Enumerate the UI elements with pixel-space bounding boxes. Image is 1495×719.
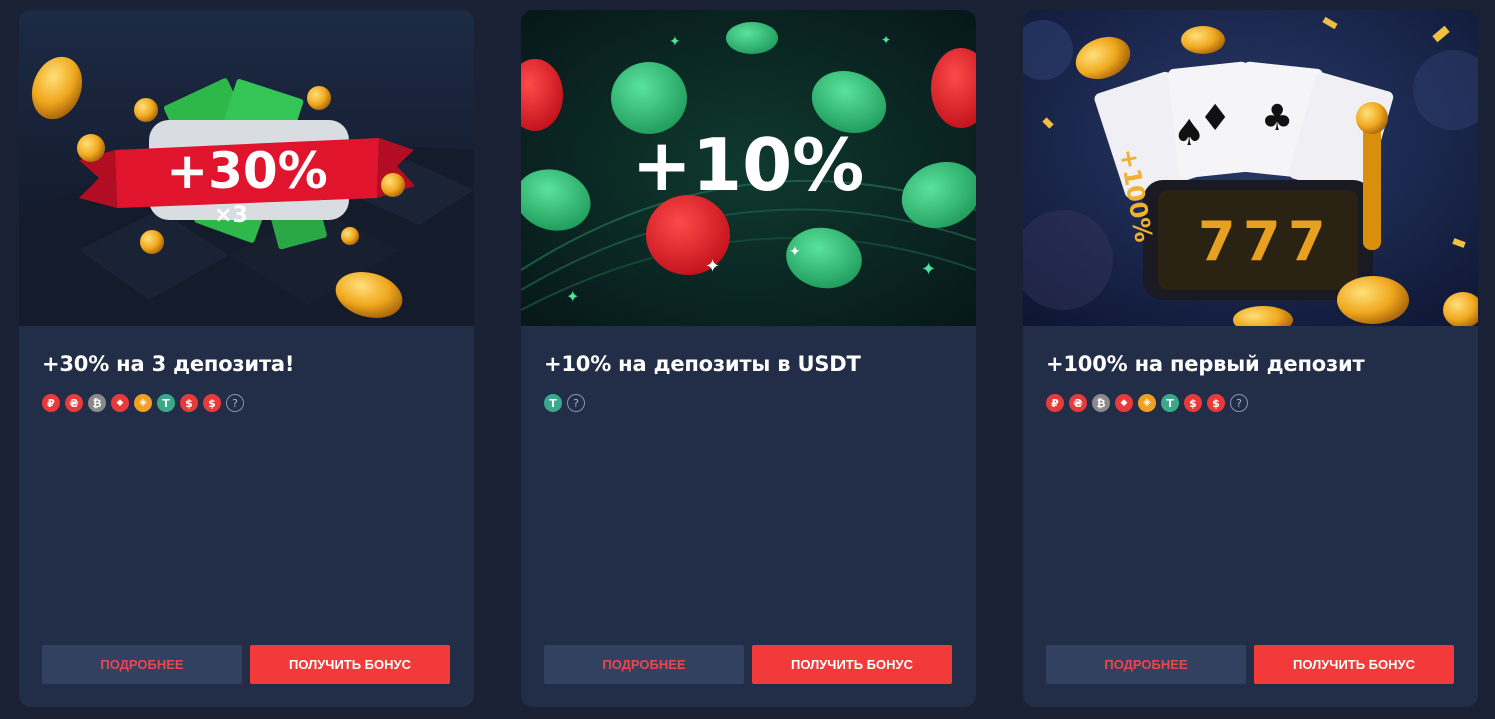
svg-text:7: 7 [1288,210,1326,273]
bonus-banner-10: ✦ ✦ ✦ ✦ ✦ ✦ +10% [521,10,976,326]
dollar-coin-icon: $ [1184,394,1202,412]
svg-text:✦: ✦ [881,33,891,47]
svg-text:♣: ♣ [1261,98,1293,139]
tron-icon: ◆ [1115,394,1133,412]
currency-list: ₽ ₴ ₿ ◆ ◈ T $ $ ? [42,394,244,412]
bonus-card-30: +30% ×3 +30% на 3 депозита! ₽ ₴ ₿ ◆ ◈ T … [19,10,474,707]
svg-text:7: 7 [1198,210,1236,273]
hryvnia-icon: ₴ [65,394,83,412]
bonus-banner-100: ♠ ♦ ♣ 7 7 7 +100% [1023,10,1478,326]
currency-list: T ? [544,394,585,412]
tron-icon: ◆ [111,394,129,412]
bitcoin-icon: ₿ [88,394,106,412]
ruble-icon: ₽ [1046,394,1064,412]
svg-text:×3: ×3 [214,203,248,228]
svg-text:✦: ✦ [789,244,801,260]
svg-text:✦: ✦ [566,287,579,306]
card-title: +10% на депозиты в USDT [544,352,861,376]
dollar-icon: $ [203,394,221,412]
more-button[interactable]: ПОДРОБНЕЕ [544,645,744,684]
tether-icon: T [157,394,175,412]
bitcoin-icon: ₿ [1092,394,1110,412]
dollar-icon: $ [1207,394,1225,412]
bnb-icon: ◈ [1138,394,1156,412]
svg-text:♦: ♦ [1199,98,1231,139]
dollar-coin-icon: $ [180,394,198,412]
hryvnia-icon: ₴ [1069,394,1087,412]
question-icon[interactable]: ? [567,394,585,412]
ruble-icon: ₽ [42,394,60,412]
get-bonus-button[interactable]: ПОЛУЧИТЬ БОНУС [1254,645,1454,684]
banner-text-30: +30% [166,142,328,200]
svg-text:✦: ✦ [669,34,681,50]
card-title: +30% на 3 депозита! [42,352,295,376]
bonus-banner-30: +30% ×3 [19,10,474,326]
bonus-card-100: ♠ ♦ ♣ 7 7 7 +100% +100% на первый депози… [1023,10,1478,707]
get-bonus-button[interactable]: ПОЛУЧИТЬ БОНУС [752,645,952,684]
question-icon[interactable]: ? [226,394,244,412]
tether-icon: T [544,394,562,412]
banner-text-10: +10% [632,123,865,207]
bnb-icon: ◈ [134,394,152,412]
card-title: +100% на первый депозит [1046,352,1365,376]
more-button[interactable]: ПОДРОБНЕЕ [1046,645,1246,684]
svg-text:7: 7 [1243,210,1281,273]
bonus-card-10: ✦ ✦ ✦ ✦ ✦ ✦ +10% +10% на депозиты в USDT… [521,10,976,707]
tether-icon: T [1161,394,1179,412]
svg-text:✦: ✦ [705,256,720,277]
get-bonus-button[interactable]: ПОЛУЧИТЬ БОНУС [250,645,450,684]
more-button[interactable]: ПОДРОБНЕЕ [42,645,242,684]
svg-text:✦: ✦ [921,259,936,280]
currency-list: ₽ ₴ ₿ ◆ ◈ T $ $ ? [1046,394,1248,412]
question-icon[interactable]: ? [1230,394,1248,412]
